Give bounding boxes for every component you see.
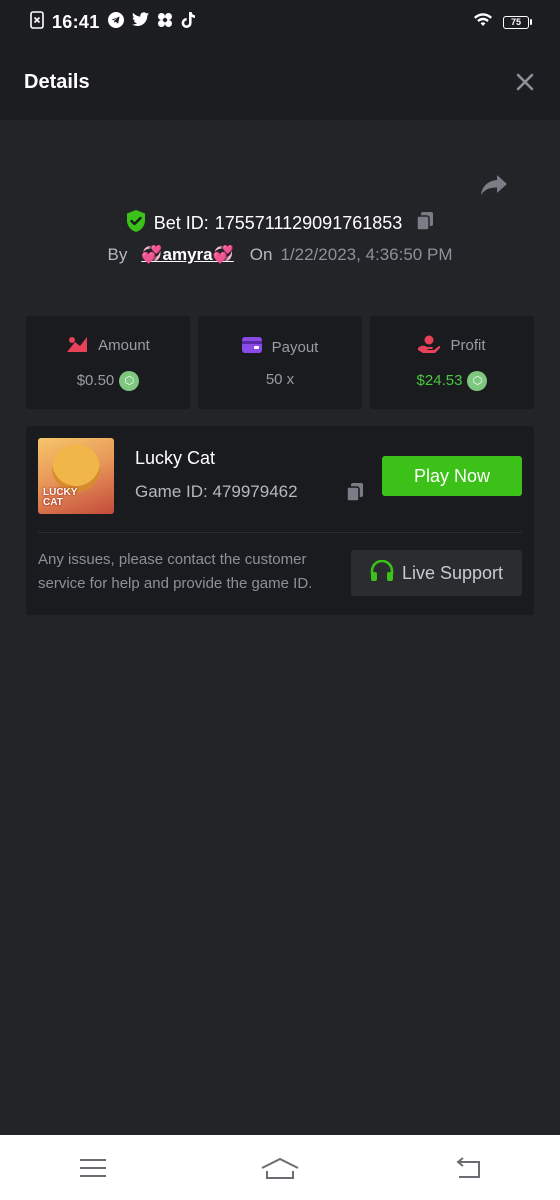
game-name: Lucky Cat [135,448,216,468]
payout-label: Payout [271,338,319,356]
help-text: Any issues, please contact the customer … [38,551,313,592]
by-label: By [107,245,128,264]
battery-icon: 75 [503,15,532,29]
divider [38,532,522,533]
on-label: On [249,245,273,264]
game-id: Game ID: 479979462 [135,482,298,501]
app-icon [157,12,173,33]
payout-value: 50 x [265,371,295,388]
live-support-label: Live Support [401,562,504,583]
copy-game-id-icon[interactable] [346,482,364,507]
menu-icon[interactable] [73,1148,113,1188]
play-now-button[interactable]: Play Now [382,456,522,496]
username-link[interactable]: 💞amyra💞 [141,245,233,265]
bet-id-row: Bet ID: 1755711129091761853 [0,210,560,237]
close-icon[interactable] [514,71,536,93]
bet-id-value: 1755711129091761853 [214,213,403,233]
by-row: By 💞amyra💞 On 1/22/2023, 4:36:50 PM [0,245,560,265]
thumb-title-line2: CAT [43,497,63,508]
share-icon[interactable] [480,174,510,198]
back-icon[interactable] [447,1148,487,1188]
amount-card: Amount $0.50 ⬡ [26,316,190,409]
headphones-icon [370,559,394,587]
twitter-icon [131,12,149,32]
game-thumbnail[interactable]: LUCKY CAT [38,438,114,514]
home-icon[interactable] [260,1148,300,1188]
payout-card: Payout 50 x [198,316,362,409]
game-card: LUCKY CAT Lucky Cat Game ID: 479979462 Pl… [26,426,534,615]
amount-label: Amount [98,337,150,354]
profit-label: Profit [450,337,486,354]
profit-card: Profit $24.53 ⬡ [370,316,534,409]
profit-value: $24.53 [416,372,463,389]
bet-id-label: Bet ID: [153,213,209,233]
battery-level: 75 [510,17,521,27]
tiktok-icon [181,11,195,33]
live-support-button[interactable]: Live Support [351,550,522,596]
wallet-icon [241,337,262,357]
profit-icon [418,335,441,357]
status-time: 16:41 [52,11,100,32]
sim-error-icon [30,10,44,34]
wifi-icon [473,12,493,32]
page-title: Details [24,70,90,93]
details-header: Details [0,44,560,120]
coin-icon: ⬡ [119,370,140,391]
copy-icon[interactable] [416,211,434,236]
bet-date: 1/22/2023, 4:36:50 PM [280,245,453,264]
shield-check-icon [126,210,146,237]
system-nav-bar [0,1135,560,1200]
telegram-icon [107,11,124,33]
status-bar: 16:41 75 [0,0,560,44]
amount-icon [66,335,88,357]
stats-row: Amount $0.50 ⬡ Payout 50 x Profit $24.53… [26,316,534,409]
amount-value: $0.50 [76,372,115,389]
coin-icon: ⬡ [467,370,488,391]
